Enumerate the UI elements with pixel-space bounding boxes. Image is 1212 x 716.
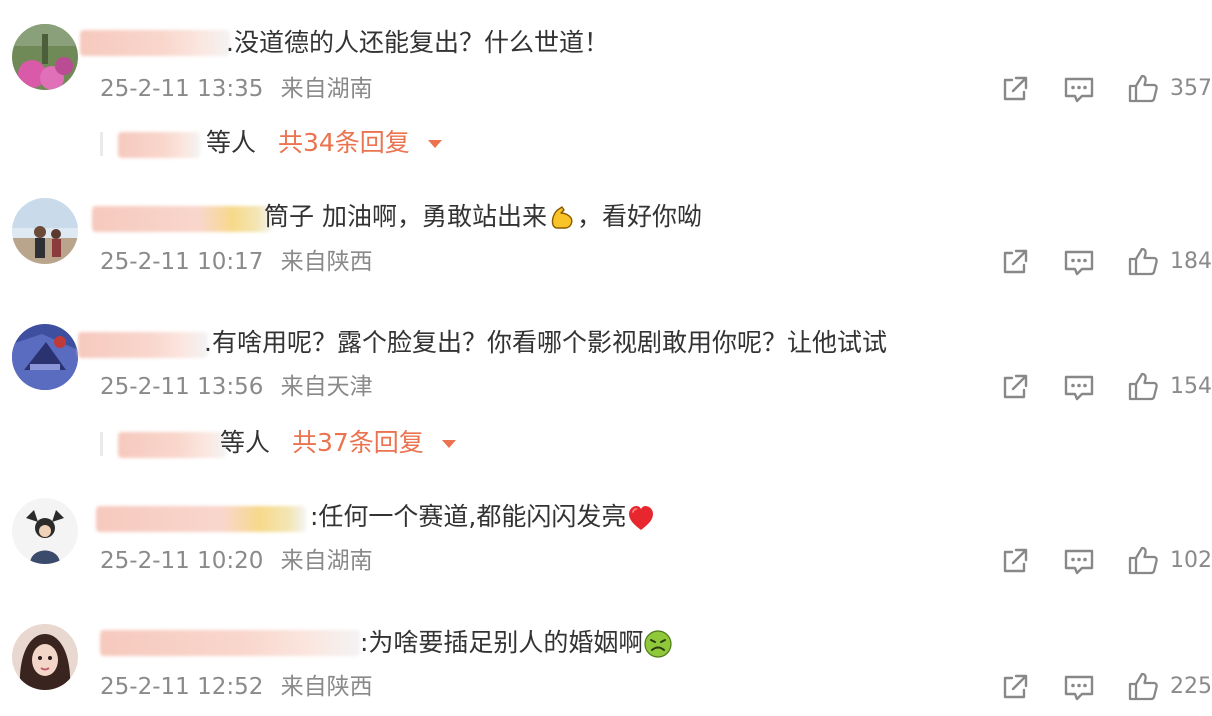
comment-location: 来自陕西 [280,674,373,700]
comment-text: .没道德的人还能复出？什么世道！ [226,28,609,57]
avatar-image [12,498,78,564]
blurred-username[interactable] [78,332,208,358]
comment-icon[interactable] [1062,370,1096,404]
comment-time: 25-2-11 13:35 [100,76,264,102]
comment-text: 筒子 加油啊，勇敢站出来 ，看好你呦 [264,202,702,233]
comment-icon[interactable] [1062,670,1096,704]
comment-location: 来自湖南 [280,548,373,574]
comment-meta: 25-2-11 12:52 来自陕西 [100,672,373,702]
reply-divider [100,432,103,456]
blurred-reply-usernames [118,432,226,458]
avatar[interactable] [12,624,78,690]
thumbs-up-icon[interactable] [1126,544,1160,578]
avatar[interactable] [12,198,78,264]
avatar-image [12,198,78,264]
comment-location: 来自陕西 [280,249,373,275]
avatar-image [12,24,78,90]
thumbs-up-icon[interactable] [1126,245,1160,279]
reply-total-link[interactable]: 共34条回复 [278,128,410,157]
avatar-image [12,324,78,390]
comment-actions: 154 [998,370,1212,404]
thumbs-up-icon[interactable] [1126,670,1160,704]
comment-location: 来自湖南 [280,76,373,102]
comment-icon[interactable] [1062,72,1096,106]
comment-icon[interactable] [1062,544,1096,578]
thumbs-up-icon[interactable] [1126,370,1160,404]
comment-time: 25-2-11 13:56 [100,374,264,400]
nauseated-face-emoji [643,629,673,659]
comment-actions: 225 [998,670,1212,704]
like-count: 184 [1170,249,1212,274]
chevron-down-icon[interactable] [441,440,456,448]
thumbs-up-icon[interactable] [1126,72,1160,106]
reply-text[interactable]: 等人 共34条回复 [206,126,442,160]
share-icon[interactable] [998,670,1032,704]
like-count: 102 [1170,548,1212,573]
like-count: 154 [1170,374,1212,399]
comment-meta: 25-2-11 10:17 来自陕西 [100,247,373,277]
share-icon[interactable] [998,544,1032,578]
comment-text: :为啥要插足别人的婚姻啊 [360,626,673,660]
blurred-username[interactable] [80,30,230,56]
comment-time: 25-2-11 10:17 [100,249,264,275]
avatar[interactable] [12,498,78,564]
like-count: 357 [1170,76,1212,101]
avatar[interactable] [12,324,78,390]
avatar[interactable] [12,24,78,90]
blurred-username[interactable] [96,506,306,532]
comment-meta: 25-2-11 13:56 来自天津 [100,372,373,402]
reply-total-link[interactable]: 共37条回复 [292,428,424,457]
reply-summary[interactable]: 等人 共34条回复 [100,126,460,166]
chevron-down-icon[interactable] [427,140,442,148]
reply-divider [100,132,103,156]
share-icon[interactable] [998,72,1032,106]
comment-text: .有啥用呢？露个脸复出？你看哪个影视剧敢用你呢？让他试试 [204,328,887,357]
reply-who: 等人 [220,428,271,457]
comment-actions: 102 [998,544,1212,578]
blurred-reply-usernames [118,132,200,158]
comment-actions: 184 [998,245,1212,279]
comment-icon[interactable] [1062,245,1096,279]
reply-summary[interactable]: 等人 共37条回复 [100,426,480,466]
blurred-username[interactable] [92,206,272,232]
comment-location: 来自天津 [280,374,373,400]
like-count: 225 [1170,674,1212,699]
reply-text[interactable]: 等人 共37条回复 [220,426,456,460]
comment-time: 25-2-11 12:52 [100,674,264,700]
flexed-biceps-emoji [547,203,577,233]
comment-time: 25-2-11 10:20 [100,548,264,574]
avatar-image [12,624,78,690]
red-heart-emoji [626,503,656,533]
blurred-username[interactable] [100,630,360,656]
comment-text: :任何一个赛道,都能闪闪发亮 [310,500,656,534]
comment-meta: 25-2-11 13:35 来自湖南 [100,74,373,104]
reply-who: 等人 [206,128,257,157]
comment-actions: 357 [998,72,1212,106]
share-icon[interactable] [998,245,1032,279]
comment-meta: 25-2-11 10:20 来自湖南 [100,546,373,576]
share-icon[interactable] [998,370,1032,404]
